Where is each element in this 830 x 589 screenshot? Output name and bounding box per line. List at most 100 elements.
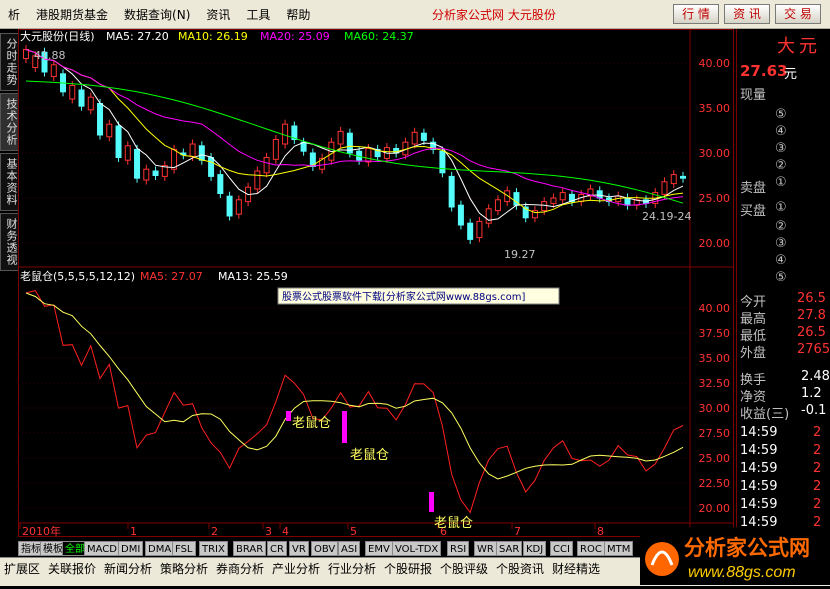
sell-level: ④ (775, 124, 787, 139)
status-tab[interactable]: 券商分析 (216, 560, 264, 577)
candle-body (670, 174, 677, 185)
status-tab[interactable]: 行业分析 (328, 560, 376, 577)
x-axis-label: 4 (282, 525, 289, 537)
tick-time: 14:59 (740, 443, 778, 458)
x-axis-label: 2010年 (22, 524, 61, 537)
candle-body (115, 125, 122, 158)
candle-body (680, 175, 686, 179)
indicator-tab[interactable]: WR (474, 541, 497, 556)
tick-time: 14:59 (740, 497, 778, 512)
chart-labels: 40.00 35.00 30.00 25.00 20.00 40.00 37.50 35.00… (20, 29, 731, 538)
buy-level: ⑤ (775, 270, 787, 285)
candle-body (467, 222, 474, 240)
candle-body (485, 208, 492, 224)
candle-body (152, 170, 159, 176)
trade-button[interactable]: 交 易 (775, 4, 821, 24)
indicator-tab[interactable]: DMA (145, 541, 175, 556)
indicator-tab[interactable]: EMV (365, 541, 393, 556)
low-price-label: 19.27 (504, 248, 536, 261)
side-tabs: 分时走势 技术分析 基本资料 财务透视 (0, 29, 19, 537)
candle-body (541, 201, 548, 212)
quote-button[interactable]: 行 情 (673, 4, 719, 24)
price-y-tick: 25.00 (699, 192, 731, 205)
indicator-tab[interactable]: ROC (577, 541, 605, 556)
candle-body (596, 190, 603, 199)
tick-value: 2 (813, 425, 822, 440)
indicator-y-tick: 27.50 (699, 427, 731, 440)
stat-value: 2.48 (801, 369, 830, 384)
indicator-tab[interactable]: RSI (447, 541, 470, 556)
tick-time: 14:59 (740, 425, 778, 440)
indicator-tab[interactable]: VOL-TDX (392, 541, 442, 556)
candle-body (235, 199, 242, 215)
buy-level: ② (775, 219, 787, 234)
indicator-tab[interactable]: FSL (172, 541, 196, 556)
indicator-tab[interactable]: BRAR (233, 541, 267, 556)
menu-item-data-query[interactable]: 数据查询(N) (116, 6, 198, 23)
indicator-y-tick: 32.50 (699, 377, 731, 390)
indicator-tab[interactable]: DMI (118, 541, 144, 556)
status-tab[interactable]: 扩展区 (4, 560, 40, 577)
menu-item-hk-futures[interactable]: 港股期货基金 (28, 6, 116, 23)
menu-item-analysis[interactable]: 析 (0, 6, 28, 23)
candle-body (69, 85, 76, 100)
candle-body (226, 195, 233, 217)
site-title: 分析家公式网 大元股份 (432, 8, 556, 22)
news-button[interactable]: 资 讯 (724, 4, 770, 24)
status-tab[interactable]: 个股研报 (384, 560, 432, 577)
indicator-tab[interactable]: MTM (604, 541, 634, 556)
candle-body (439, 150, 446, 174)
indicator-ma5-label: MA5: 27.07 (140, 270, 203, 283)
indicator-tab[interactable]: MACD (84, 541, 120, 556)
status-tab[interactable]: 个股评级 (440, 560, 488, 577)
status-tab[interactable]: 产业分析 (272, 560, 320, 577)
chart-title: 大元股份(日线) (20, 29, 95, 43)
indicator-tab[interactable]: VR (289, 541, 309, 556)
signal-bar (342, 411, 347, 443)
chart-area[interactable]: 40.00 35.00 30.00 25.00 20.00 40.00 37.50 35.00… (18, 29, 734, 538)
right-price-label: 24.19-24 (642, 210, 691, 223)
price-y-tick: 35.00 (699, 102, 731, 115)
status-tab[interactable]: 新闻分析 (104, 560, 152, 577)
price-unit: 元 (784, 67, 798, 82)
tab-intraday[interactable]: 分时走势 (0, 33, 19, 91)
indicator-y-tick: 25.00 (699, 452, 731, 465)
stat-label: 收益(三) (740, 407, 790, 422)
logo-graphic: 分析家公式网 www.88gs.com (645, 536, 810, 581)
x-axis-label: 7 (514, 525, 521, 537)
status-tab[interactable]: 财经精选 (552, 560, 600, 577)
indicator-tab[interactable]: CR (267, 541, 287, 556)
buy-label: 买盘 (740, 204, 767, 219)
candle-body (254, 170, 261, 190)
tick-time: 14:59 (740, 479, 778, 494)
indicator-tab[interactable]: SAR (496, 541, 523, 556)
indicator-tab[interactable]: OBV (311, 541, 339, 556)
candle-body (143, 168, 150, 181)
menu-item-news[interactable]: 资讯 (198, 6, 238, 23)
candle-body (198, 145, 205, 161)
status-tab[interactable]: 关联报价 (48, 560, 96, 577)
status-tab[interactable]: 策略分析 (160, 560, 208, 577)
indicator-tab[interactable]: TRIX (199, 541, 228, 556)
ma20-line (25, 49, 684, 206)
chart-canvas[interactable]: 40.00 35.00 30.00 25.00 20.00 40.00 37.50 35.00… (18, 29, 734, 538)
candle-body (106, 123, 113, 138)
menu-item-tools[interactable]: 工具 (238, 6, 278, 23)
indicator-tab[interactable]: ASI (338, 541, 361, 556)
sell-level: ③ (775, 141, 787, 156)
candle-body (365, 148, 372, 163)
tab-fundamentals[interactable]: 基本资料 (0, 153, 19, 211)
tab-financials[interactable]: 财务透视 (0, 213, 19, 271)
status-tab[interactable]: 个股资讯 (496, 560, 544, 577)
logo-text: 分析家公式网 (684, 536, 810, 560)
candle-body (550, 197, 557, 204)
indicator-tab[interactable]: KDJ (523, 541, 547, 556)
signal-bar (286, 411, 291, 421)
candle-body (494, 199, 501, 212)
quote-panel: 大元 27.63 元 现量 卖盘 买盘 ① ⑤ ④ ③ ② ① ② ③ ④ ⑤ 今开 26.5 最高 2… (736, 29, 830, 537)
candle-body (337, 130, 344, 145)
menu-item-help[interactable]: 帮助 (278, 6, 318, 23)
ma60-line (25, 80, 684, 204)
indicator-tab[interactable]: CCI (550, 541, 573, 556)
tab-technical[interactable]: 技术分析 (0, 93, 19, 151)
